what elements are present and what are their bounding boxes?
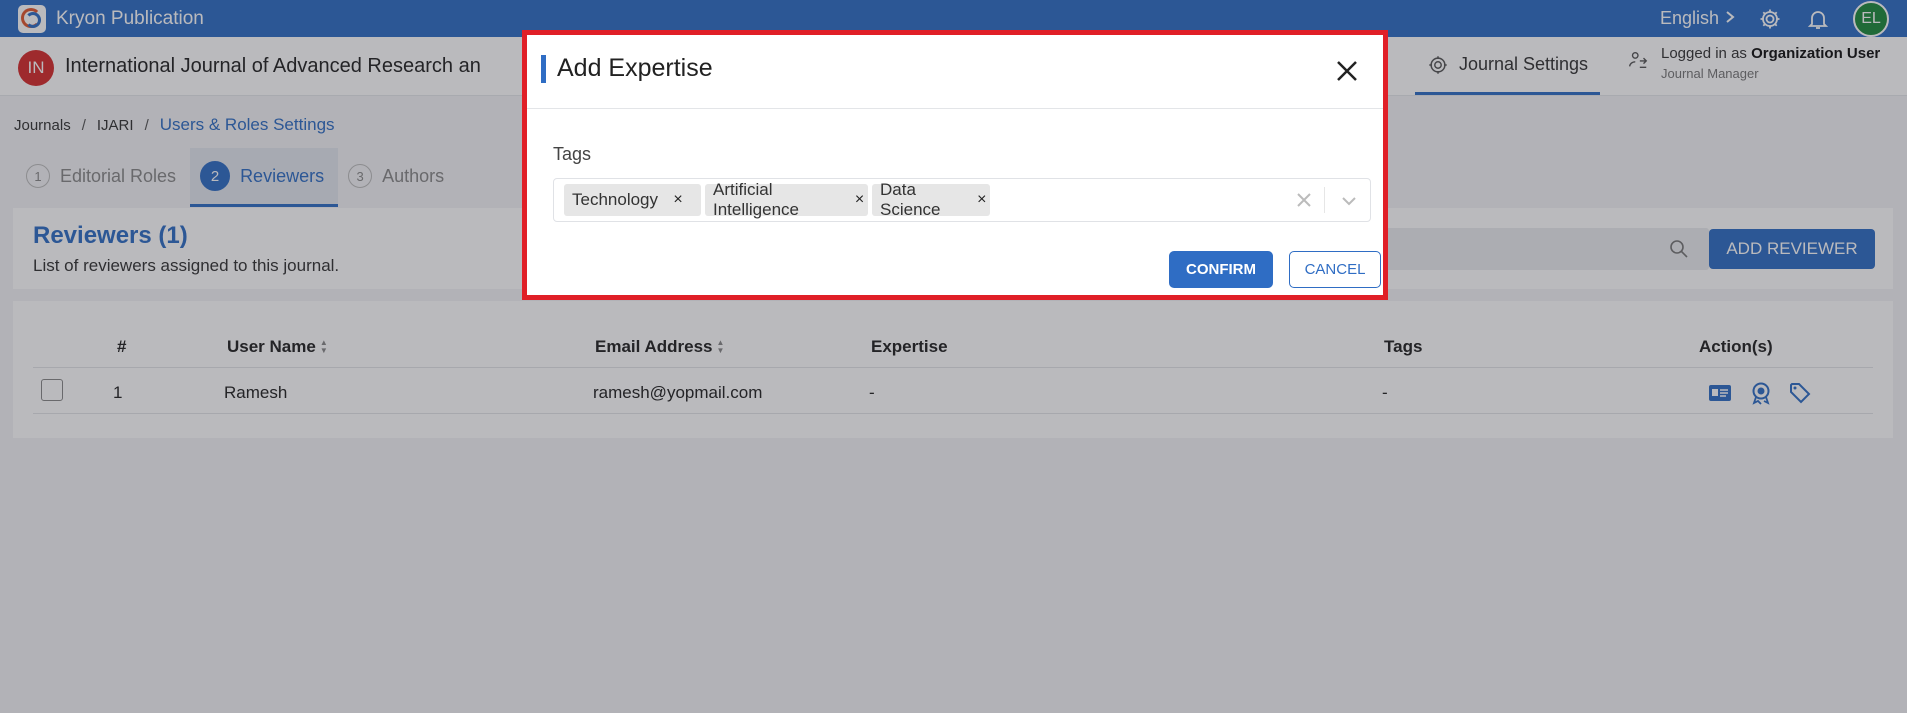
title-accent-bar <box>541 55 546 83</box>
tag-chip: Technology × <box>564 184 701 216</box>
tag-chip-label: Artificial Intelligence <box>713 180 800 219</box>
remove-tag-icon[interactable]: × <box>668 191 688 209</box>
remove-tag-icon[interactable]: × <box>851 191 868 209</box>
close-icon[interactable] <box>1333 57 1361 85</box>
chevron-down-icon[interactable] <box>1339 191 1359 211</box>
confirm-button[interactable]: CONFIRM <box>1169 251 1273 288</box>
tag-chip-label: Technology <box>572 190 659 209</box>
clear-all-icon[interactable] <box>1294 190 1314 210</box>
modal-header: Add Expertise <box>527 35 1383 109</box>
divider <box>1324 187 1325 213</box>
tags-field-label: Tags <box>553 144 592 164</box>
remove-tag-icon[interactable]: × <box>973 191 990 209</box>
modal-title: Add Expertise <box>557 54 713 82</box>
cancel-button[interactable]: CANCEL <box>1289 251 1381 288</box>
tag-chip: Artificial Intelligence × <box>705 180 868 219</box>
add-expertise-modal: Add Expertise Tags Technology × Artifici… <box>522 30 1388 300</box>
tag-chip-label: Data Science <box>880 180 941 219</box>
tag-chip: Data Science × <box>872 180 990 219</box>
tags-multiselect[interactable]: Technology × Artificial Intelligence × D… <box>553 178 1371 222</box>
